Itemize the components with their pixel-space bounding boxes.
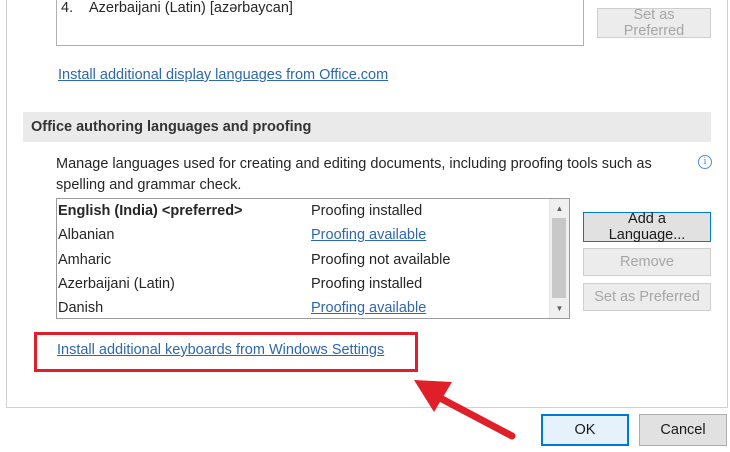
authoring-set-preferred-button[interactable]: Set as Preferred (583, 283, 711, 311)
language-row-albanian[interactable]: Albanian Proofing available (57, 223, 549, 247)
language-name: Azerbaijani (Latin) (58, 276, 175, 292)
language-name: Danish (58, 300, 104, 316)
annotation-arrow-icon (414, 380, 516, 440)
display-set-preferred-button[interactable]: Set as Preferred (597, 7, 711, 39)
proofing-available-link[interactable]: Proofing available (311, 300, 426, 316)
language-row-danish[interactable]: Danish Proofing available (57, 296, 549, 318)
annotation-highlight-box (34, 332, 418, 372)
proofing-status: Proofing installed (311, 276, 423, 292)
ok-button[interactable]: OK (541, 414, 629, 446)
proofing-status: Proofing not available (311, 252, 451, 268)
scroll-up-arrow-icon[interactable]: ▲ (550, 200, 569, 217)
language-name: English (India) <preferred> (58, 203, 243, 219)
display-languages-list[interactable]: 4. Azerbaijani (Latin) [azərbaycan] (56, 0, 584, 46)
cancel-button[interactable]: Cancel (639, 414, 727, 446)
display-language-label: Azerbaijani (Latin) [azərbaycan] (89, 0, 293, 16)
authoring-section-title: Office authoring languages and proofing (31, 119, 312, 135)
language-row-azerbaijani-latin[interactable]: Azerbaijani (Latin) Proofing installed (57, 272, 549, 296)
remove-language-button[interactable]: Remove (583, 248, 711, 276)
display-language-number: 4. (61, 0, 74, 16)
add-language-button[interactable]: Add a Language... (583, 211, 711, 243)
authoring-languages-list[interactable]: English (India) <preferred> Proofing ins… (56, 198, 570, 319)
info-icon[interactable]: i (698, 155, 712, 169)
proofing-status: Proofing installed (311, 203, 423, 219)
proofing-available-link[interactable]: Proofing available (311, 227, 426, 243)
language-name: Amharic (58, 252, 112, 268)
language-row-english-india[interactable]: English (India) <preferred> Proofing ins… (57, 199, 549, 223)
language-row-amharic[interactable]: Amharic Proofing not available (57, 248, 549, 272)
display-language-item[interactable]: 4. Azerbaijani (Latin) [azərbaycan] (61, 0, 293, 16)
authoring-description: Manage languages used for creating and e… (56, 156, 652, 193)
languages-scrollbar[interactable]: ▲ ▼ (549, 199, 569, 318)
scrollbar-thumb[interactable] (552, 218, 566, 298)
language-name: Albanian (58, 227, 115, 243)
authoring-section-header: Office authoring languages and proofing (23, 112, 711, 142)
scroll-down-arrow-icon[interactable]: ▼ (550, 300, 569, 317)
install-display-languages-link[interactable]: Install additional display languages fro… (58, 67, 388, 83)
